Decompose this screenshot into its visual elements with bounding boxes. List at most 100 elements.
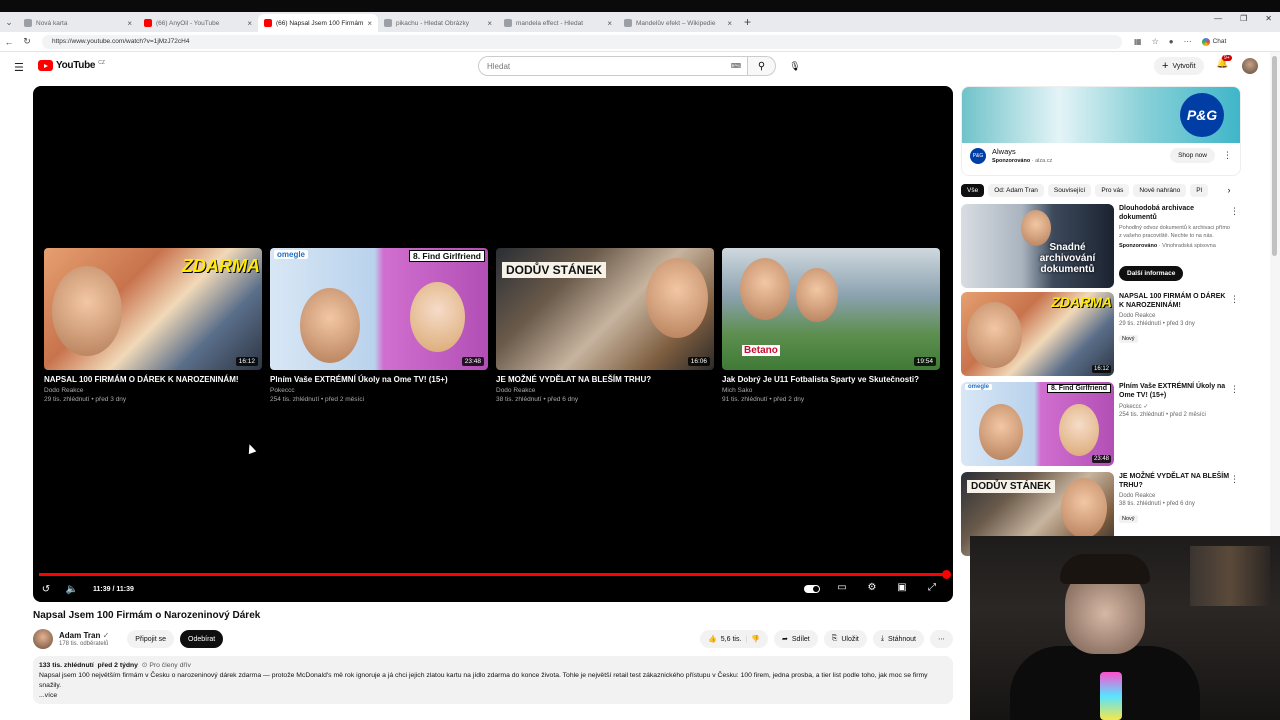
description-box[interactable]: 133 tis. zhlédnutí před 2 týdny ⊙ Pro čl… <box>33 656 953 704</box>
thumbnail-face <box>1061 478 1107 538</box>
shop-now-button[interactable]: Shop now <box>1170 148 1215 163</box>
voice-search-button[interactable]: 🎙 <box>786 57 804 75</box>
maximize-icon[interactable]: ❐ <box>1240 14 1247 23</box>
video-player[interactable]: ZDARMA 16:12 NAPSAL 100 FIRMÁM O DÁREK K… <box>33 86 953 602</box>
browser-tab[interactable]: Mandelův efekt – Wikipedie × <box>618 14 738 32</box>
endcard-thumbnail[interactable]: DODŮV STÁNEK 16:06 <box>496 248 714 370</box>
youtube-logo[interactable]: YouTube CZ <box>38 60 105 71</box>
scrollbar-thumb[interactable] <box>1272 56 1277 256</box>
subscribe-button[interactable]: Odebírat <box>180 630 224 648</box>
close-icon[interactable]: × <box>367 19 372 28</box>
new-tab-icon[interactable]: + <box>744 15 751 29</box>
hamburger-menu-icon[interactable]: ☰ <box>14 61 24 74</box>
endcard[interactable]: Betano 19:54 Jak Dobrý Je U11 Fotbalista… <box>722 248 940 403</box>
close-icon[interactable]: × <box>727 19 732 28</box>
endcard-thumbnail[interactable]: omegle 8. Find Girlfriend 23:48 <box>270 248 488 370</box>
chat-button[interactable]: Chat <box>1201 37 1226 46</box>
item-menu-icon[interactable]: ⋮ <box>1230 384 1239 395</box>
miniplayer-icon[interactable]: ▣ <box>889 582 915 596</box>
recommended-video[interactable]: omegle 8. Find Girlfriend 23:48 Plním Va… <box>961 382 1241 466</box>
reload-icon[interactable]: ↻ <box>18 36 36 47</box>
progress-bar[interactable] <box>39 570 951 579</box>
close-window-icon[interactable]: ✕ <box>1265 14 1272 23</box>
search-button[interactable]: ⚲ <box>748 56 776 76</box>
rec-thumbnail[interactable]: omegle 8. Find Girlfriend 23:48 <box>961 382 1114 466</box>
browser-tab[interactable]: pikachu - Hledat Obrázky × <box>378 14 498 32</box>
profile-icon[interactable]: ● <box>1169 37 1174 46</box>
thumbs-down-icon[interactable]: 👎 <box>751 635 760 643</box>
chip-more[interactable]: Pl <box>1190 183 1209 197</box>
like-button[interactable]: 👍 5,6 tis. | 👎 <box>700 630 768 648</box>
ad-menu-icon[interactable]: ⋮ <box>1223 150 1232 161</box>
channel-name[interactable]: Adam Tran ✓ <box>59 631 109 640</box>
replay-icon[interactable]: ↺ <box>33 584 59 595</box>
scrubber-handle[interactable] <box>942 570 951 579</box>
chip-related[interactable]: Související <box>1047 183 1092 197</box>
address-bar-icons: ▦ ☆ ● ⋯ Chat <box>1134 37 1226 46</box>
copilot-icon <box>1201 37 1210 46</box>
back-icon[interactable]: ← <box>0 37 18 47</box>
search-input[interactable]: Hledat ⌨ <box>478 56 748 76</box>
endcard[interactable]: DODŮV STÁNEK 16:06 JE MOŽNÉ VYDĚLAT NA B… <box>496 248 714 403</box>
tab-search-icon[interactable]: ⌄ <box>0 12 18 32</box>
promo-thumbnail[interactable]: Snadné archivování dokumentů <box>961 204 1114 288</box>
minimize-icon[interactable]: — <box>1214 14 1222 23</box>
endcard-thumbnail[interactable]: ZDARMA 16:12 <box>44 248 262 370</box>
item-menu-icon[interactable]: ⋮ <box>1230 294 1239 305</box>
chip-all[interactable]: Vše <box>961 183 985 197</box>
chevron-right-icon[interactable]: › <box>1221 182 1237 198</box>
chip-from-channel[interactable]: Od: Adam Tran <box>988 183 1044 197</box>
notifications-button[interactable]: 🔔 9+ <box>1216 55 1232 69</box>
show-more-link[interactable]: ...více <box>39 691 947 701</box>
fullscreen-icon[interactable]: ⤢ <box>919 582 945 596</box>
close-icon[interactable]: × <box>487 19 492 28</box>
item-menu-icon[interactable]: ⋮ <box>1230 206 1239 217</box>
keyboard-icon[interactable]: ⌨ <box>731 62 741 70</box>
bookmark-star-icon[interactable]: ☆ <box>1152 37 1159 46</box>
create-button[interactable]: + Vytvořit <box>1154 57 1204 75</box>
more-actions-button[interactable]: ⋯ <box>930 630 953 648</box>
ad-banner-image[interactable]: P&G <box>962 87 1240 143</box>
extensions-icon[interactable]: ▦ <box>1134 37 1142 46</box>
thumbnail-badge: DODŮV STÁNEK <box>967 480 1056 493</box>
browser-tab[interactable]: (66) AnyOil - YouTube × <box>138 14 258 32</box>
download-icon: ⤓ <box>880 635 884 642</box>
browser-tab[interactable]: Nová karta × <box>18 14 138 32</box>
chip-recently-uploaded[interactable]: Nově nahráno <box>1133 183 1187 197</box>
window-controls: — ❐ ✕ <box>1214 14 1272 23</box>
drink-bottle <box>1100 672 1122 720</box>
browser-tab-active[interactable]: (66) Napsal Jsem 100 Firmám o N...× <box>258 14 378 32</box>
youtube-favicon-icon <box>144 19 152 27</box>
endcard-thumbnail[interactable]: Betano 19:54 <box>722 248 940 370</box>
settings-gear-icon[interactable]: ⚙ <box>859 582 885 596</box>
close-icon[interactable]: × <box>607 19 612 28</box>
url-field[interactable]: https://www.youtube.com/watch?v=1jMzJ72c… <box>42 34 1122 49</box>
promoted-item[interactable]: Snadné archivování dokumentů Dlouhodobá … <box>961 204 1241 288</box>
menu-dots-icon[interactable]: ⋯ <box>1184 37 1192 46</box>
sponsored-ad[interactable]: P&G P&G Always Sponzorováno · alza.cz Sh… <box>961 86 1241 176</box>
browser-tab[interactable]: mandela effect - Hledat × <box>498 14 618 32</box>
download-button[interactable]: ⤓ Stáhnout <box>872 630 924 648</box>
notification-badge: 9+ <box>1222 55 1232 61</box>
endcard[interactable]: omegle 8. Find Girlfriend 23:48 Plním Va… <box>270 248 488 403</box>
subtitles-icon[interactable]: ▭ <box>829 582 855 596</box>
join-button[interactable]: Připojit se <box>127 630 175 648</box>
save-button[interactable]: ⎘ Uložit <box>823 630 867 648</box>
close-icon[interactable]: × <box>247 19 252 28</box>
webcam-overlay <box>970 536 1280 720</box>
autoplay-toggle[interactable] <box>799 582 825 596</box>
recommended-video[interactable]: ZDARMA 16:12 NAPSAL 100 FIRMÁM O DÁREK K… <box>961 292 1241 376</box>
volume-icon[interactable]: 🔈 <box>59 584 85 595</box>
close-icon[interactable]: × <box>127 19 132 28</box>
channel-avatar[interactable] <box>33 629 53 649</box>
rec-info: NAPSAL 100 FIRMÁM O DÁREK K NAROZENINÁM!… <box>1119 293 1226 343</box>
chip-for-you[interactable]: Pro vás <box>1095 183 1130 197</box>
share-button[interactable]: ➦ Sdílet <box>773 630 818 648</box>
members-icon: ⊙ <box>141 662 148 669</box>
account-avatar[interactable] <box>1242 58 1258 74</box>
rec-thumbnail[interactable]: ZDARMA 16:12 <box>961 292 1114 376</box>
background-shelf <box>1190 546 1270 606</box>
item-menu-icon[interactable]: ⋮ <box>1230 474 1239 485</box>
more-info-button[interactable]: Další informace <box>1119 266 1184 281</box>
endcard[interactable]: ZDARMA 16:12 NAPSAL 100 FIRMÁM O DÁREK K… <box>44 248 262 403</box>
